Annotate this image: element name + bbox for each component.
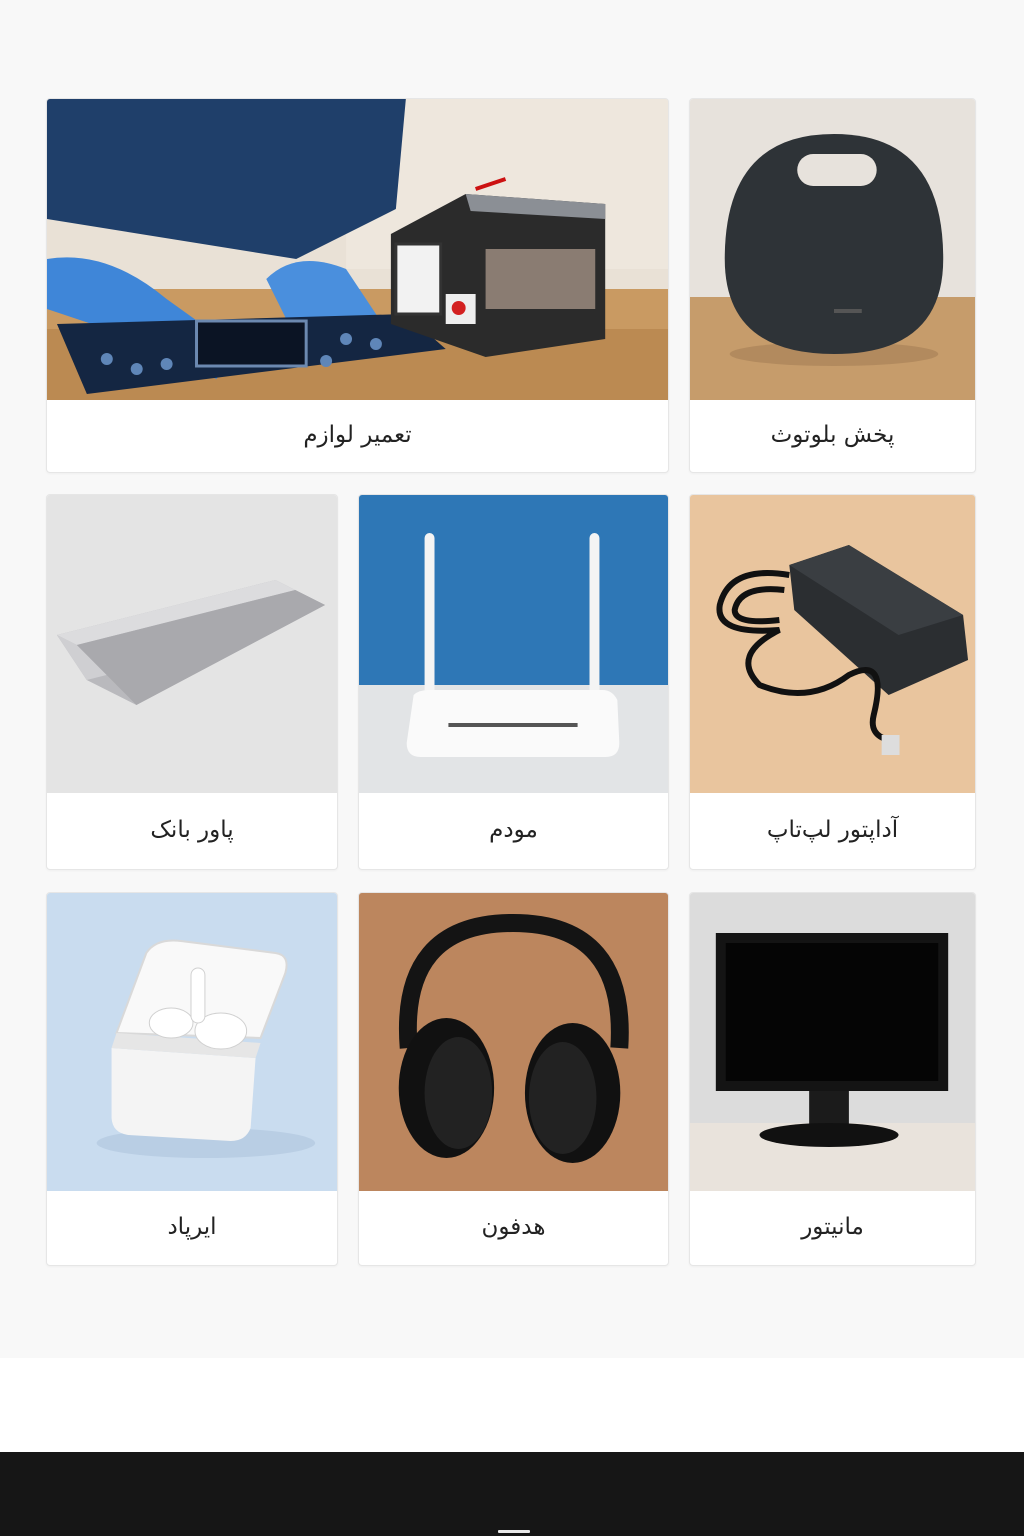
laptop-adapter-icon [690, 495, 975, 793]
category-card-laptop-adapter[interactable]: آداپتور لپ‌تاپ [689, 494, 976, 870]
category-label: تعمیر لوازم [303, 422, 412, 448]
category-label: آداپتور لپ‌تاپ [766, 817, 899, 843]
category-card-monitor[interactable]: مانیتور [689, 892, 976, 1266]
monitor-icon [690, 893, 975, 1191]
category-card-bluetooth-speaker[interactable]: پخش بلوتوث [689, 98, 976, 473]
airpods-icon [47, 893, 337, 1191]
repair-icon [47, 99, 668, 400]
category-card-modem[interactable]: مودم [358, 494, 669, 870]
category-label: مودم [489, 817, 538, 843]
category-card-power-bank[interactable]: پاور بانک [46, 494, 338, 870]
headphones-icon [359, 893, 668, 1191]
category-label: هدفون [481, 1214, 546, 1240]
category-card-repair[interactable]: تعمیر لوازم [46, 98, 669, 473]
footer-bar [0, 1452, 1024, 1536]
power-bank-icon [47, 495, 337, 793]
category-grid: تعمیر لوازم پخش بلوتوث پاور بانک مودم آد… [0, 0, 1024, 1358]
category-card-headphones[interactable]: هدفون [358, 892, 669, 1266]
category-card-airpods[interactable]: ایرپاد [46, 892, 338, 1266]
category-label: پاور بانک [150, 817, 234, 843]
footer-handle [498, 1530, 530, 1533]
modem-icon [359, 495, 668, 793]
category-label: مانیتور [801, 1214, 864, 1240]
category-label: پخش بلوتوث [770, 422, 895, 448]
category-label: ایرپاد [167, 1214, 217, 1240]
bluetooth-speaker-icon [690, 99, 975, 400]
